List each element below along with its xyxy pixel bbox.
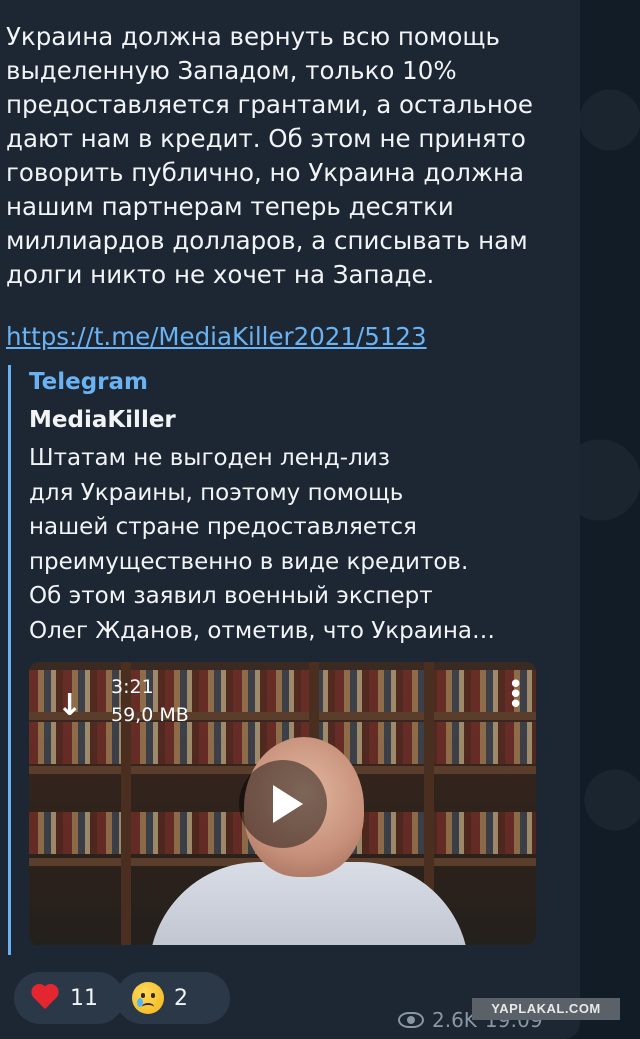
- message-bubble: Украина должна вернуть всю помощь выделе…: [0, 0, 580, 1039]
- shelf: [29, 712, 536, 720]
- play-icon: [273, 785, 303, 823]
- views-eye-icon: [398, 1012, 424, 1028]
- more-vertical-icon[interactable]: • • •: [508, 672, 523, 718]
- site-watermark: YAPLAKAL.COM: [472, 998, 620, 1020]
- video-duration: 3:21: [111, 676, 154, 698]
- reaction-crying[interactable]: 2: [116, 972, 230, 1024]
- download-arrow-icon[interactable]: ↓: [57, 688, 82, 723]
- views-count: 2.6K: [432, 1008, 477, 1032]
- preview-description: Штатам не выгоден ленд-лиз для Украины, …: [29, 445, 495, 644]
- preview-site-name: Telegram: [29, 369, 149, 395]
- reaction-heart[interactable]: 11: [14, 972, 124, 1024]
- heart-icon: [30, 983, 60, 1013]
- message-link[interactable]: https://t.me/MediaKiller2021/5123: [6, 320, 427, 354]
- crying-face-icon: [132, 982, 164, 1014]
- reaction-count: 11: [70, 985, 98, 1011]
- link-preview[interactable]: Telegram MediaKiller Штатам не выгоден л…: [8, 365, 556, 955]
- video-thumbnail[interactable]: ↓ 3:21 59,0 MB • • •: [29, 662, 536, 945]
- bookshelf-row: [29, 670, 536, 712]
- reaction-count: 2: [174, 985, 188, 1011]
- preview-title: MediaKiller: [29, 407, 176, 433]
- video-size: 59,0 MB: [111, 704, 189, 726]
- play-button[interactable]: [239, 760, 327, 848]
- message-text: Украина должна вернуть всю помощь выделе…: [6, 22, 533, 289]
